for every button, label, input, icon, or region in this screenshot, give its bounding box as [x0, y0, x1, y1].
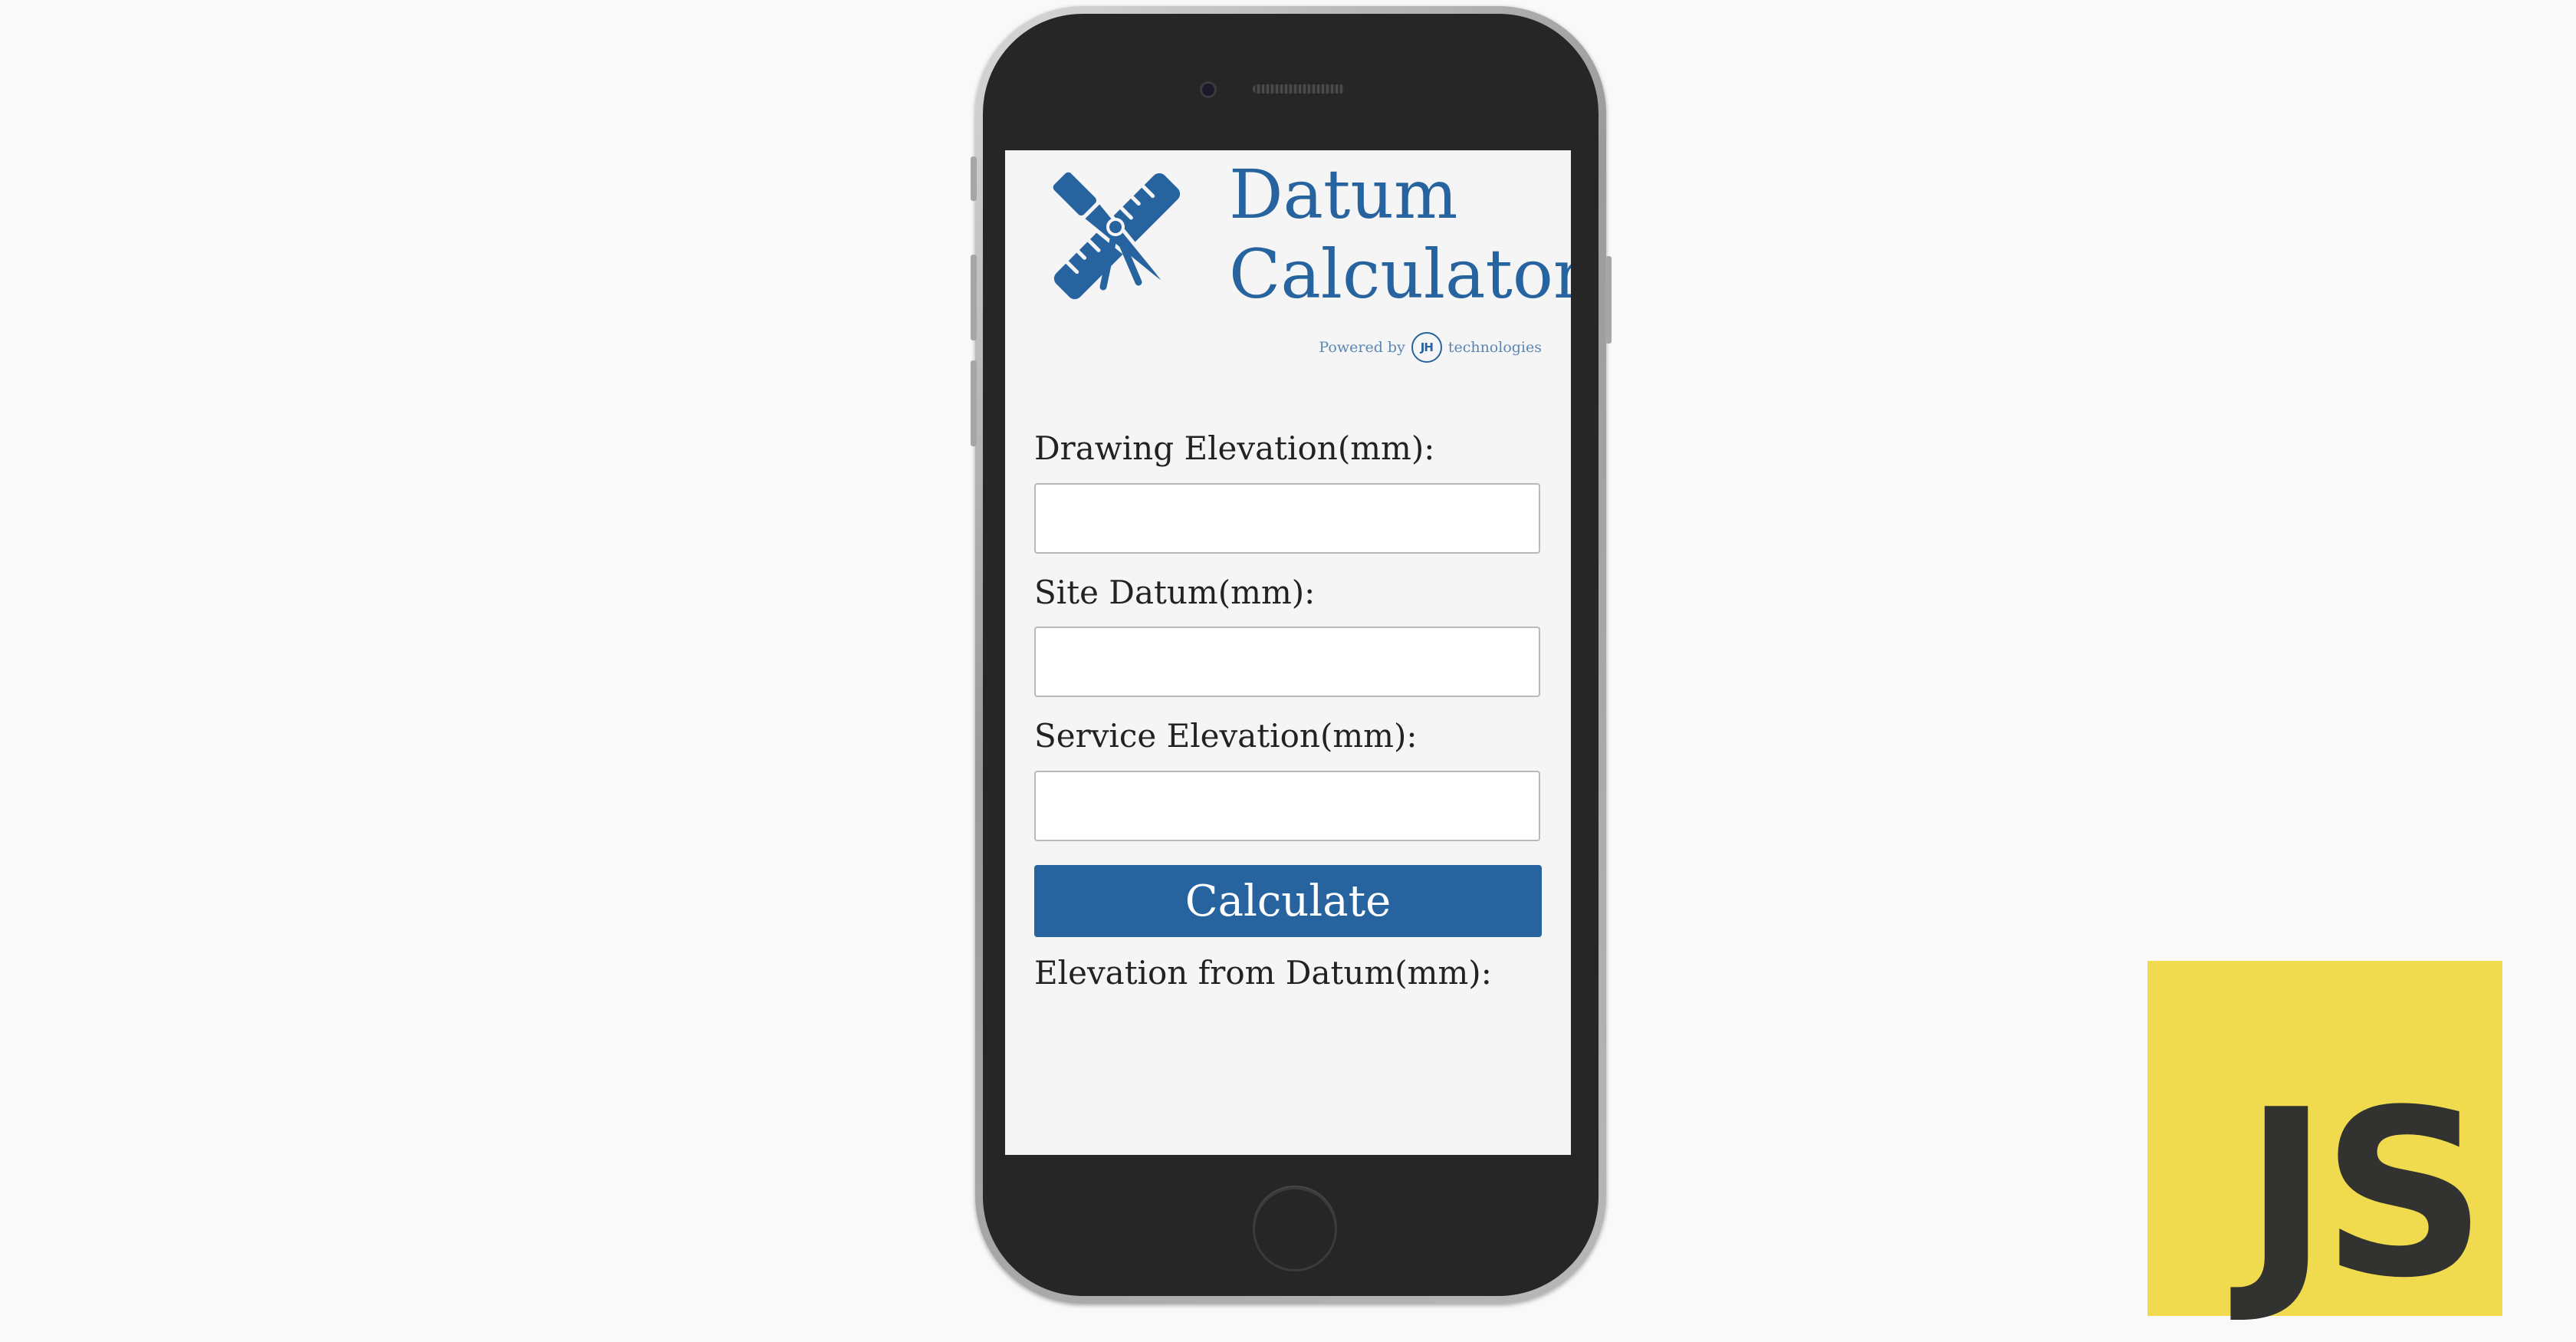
stage: Datum Calculator Powered by JH technolog… — [0, 0, 2576, 1342]
brand-suffix: technologies — [1447, 339, 1542, 356]
drawing-elevation-label: Drawing Elevation(mm): — [1034, 429, 1435, 467]
power-button — [1605, 256, 1612, 344]
volume-up-button — [971, 255, 977, 340]
powered-by-text: Powered by — [1319, 339, 1405, 356]
app-title-line2: Calculator — [1229, 235, 1571, 314]
powered-by: Powered by JH technologies — [1319, 331, 1542, 363]
site-datum-input[interactable] — [1034, 627, 1540, 697]
app-screen: Datum Calculator Powered by JH technolog… — [1005, 150, 1571, 1155]
home-button[interactable] — [1253, 1187, 1337, 1271]
result-label: Elevation from Datum(mm): — [1034, 954, 1492, 992]
javascript-logo-text: JS — [2243, 1061, 2487, 1328]
app-title: Datum Calculator — [1229, 155, 1571, 314]
app-title-line1: Datum — [1229, 155, 1458, 234]
service-elevation-label: Service Elevation(mm): — [1034, 717, 1418, 755]
mute-switch — [971, 156, 977, 201]
service-elevation-input[interactable] — [1034, 771, 1540, 841]
ruler-compass-icon — [1049, 168, 1181, 300]
speaker-grille-icon — [1253, 84, 1345, 94]
jh-logo-icon: JH — [1411, 332, 1442, 363]
front-camera-icon — [1200, 81, 1217, 98]
javascript-logo: JS — [2147, 961, 2502, 1316]
site-datum-label: Site Datum(mm): — [1034, 574, 1316, 611]
drawing-elevation-input[interactable] — [1034, 483, 1540, 554]
calculate-button[interactable]: Calculate — [1034, 865, 1542, 937]
volume-down-button — [971, 360, 977, 446]
